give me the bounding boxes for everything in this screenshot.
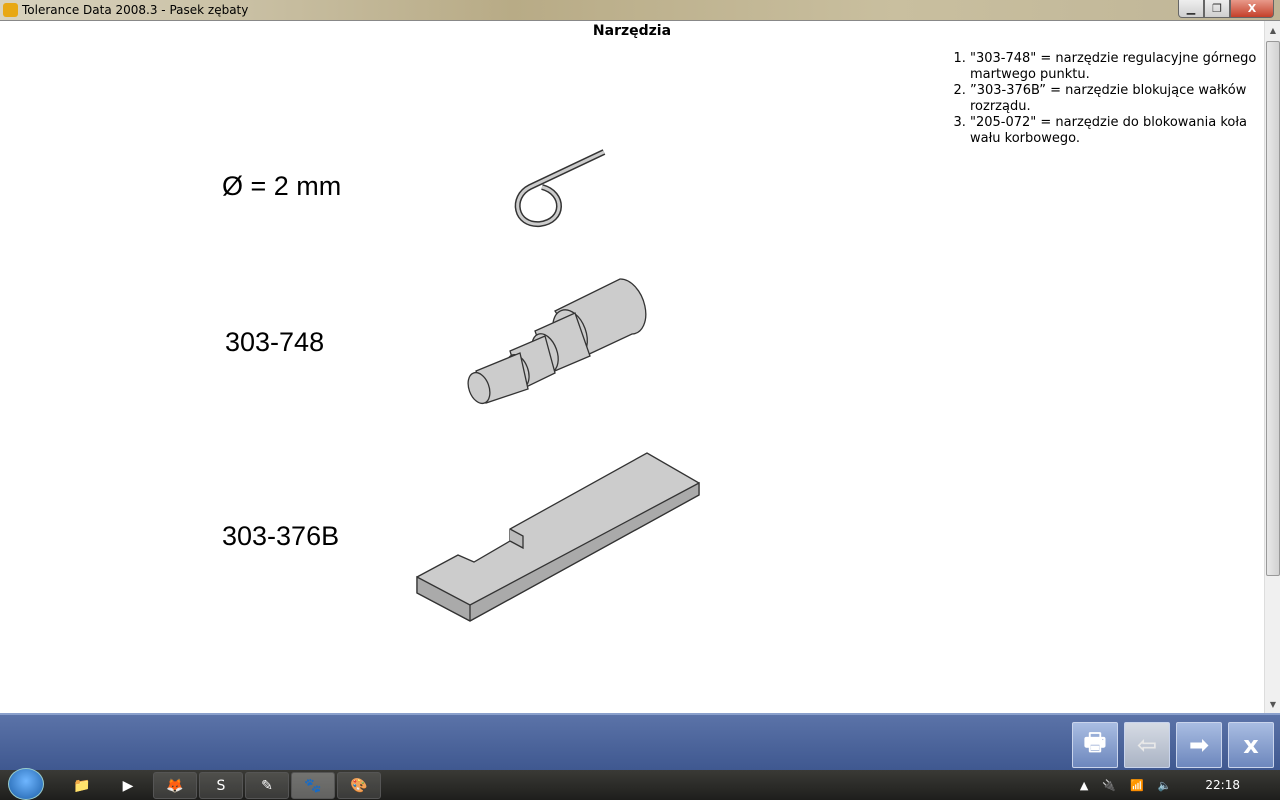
tolerance-data-icon[interactable]: 🐾 [291, 772, 335, 799]
tools-illustration [416, 149, 700, 622]
signal-icon[interactable]: 📶 [1130, 779, 1144, 792]
vertical-scrollbar[interactable]: ▲ ▼ [1264, 21, 1280, 713]
skype-icon[interactable]: S [199, 772, 243, 799]
back-button[interactable]: ⇦ [1124, 722, 1170, 768]
title-bar: Tolerance Data 2008.3 - Pasek zębaty ▁ ❐… [0, 0, 1280, 21]
close-window-button[interactable]: X [1230, 0, 1274, 18]
print-button[interactable]: 🖶 [1072, 722, 1118, 768]
firefox-icon[interactable]: 🦊 [153, 772, 197, 799]
bottom-toolbar: 🖶 ⇦ ➡ x [0, 713, 1280, 770]
taskbar: 📁 ▶ 🦊 S ✎ 🐾 🎨 ▲ 🔌 📶 🔈 22:18 [0, 768, 1280, 800]
tool-303-748-illustration [467, 278, 647, 405]
tray-arrow-icon[interactable]: ▲ [1080, 779, 1088, 792]
close-document-button[interactable]: x [1228, 722, 1274, 768]
system-tray: ▲ 🔌 📶 🔈 22:18 [1080, 770, 1280, 800]
forward-button[interactable]: ➡ [1176, 722, 1222, 768]
maximize-button[interactable]: ❐ [1204, 0, 1230, 18]
power-icon[interactable]: 🔌 [1102, 779, 1116, 792]
scroll-thumb[interactable] [1266, 41, 1280, 576]
scroll-up-icon[interactable]: ▲ [1265, 23, 1280, 39]
minimize-button[interactable]: ▁ [1178, 0, 1204, 18]
pin-illustration [514, 149, 606, 228]
content-area: Narzędzia "303-748" = narzędzie regulacy… [0, 21, 1264, 713]
media-player-icon[interactable]: ▶ [106, 772, 150, 799]
volume-icon[interactable]: 🔈 [1158, 779, 1172, 792]
clock[interactable]: 22:18 [1205, 778, 1240, 792]
tool-303-376b-illustration [416, 452, 700, 622]
explorer-icon[interactable]: 📁 [60, 772, 104, 799]
app-icon [3, 3, 18, 17]
start-button[interactable] [8, 768, 44, 800]
paint-icon[interactable]: 🎨 [337, 772, 381, 799]
scroll-down-icon[interactable]: ▼ [1265, 697, 1280, 713]
tool-app-icon[interactable]: ✎ [245, 772, 289, 799]
window-title: Tolerance Data 2008.3 - Pasek zębaty [22, 3, 249, 17]
